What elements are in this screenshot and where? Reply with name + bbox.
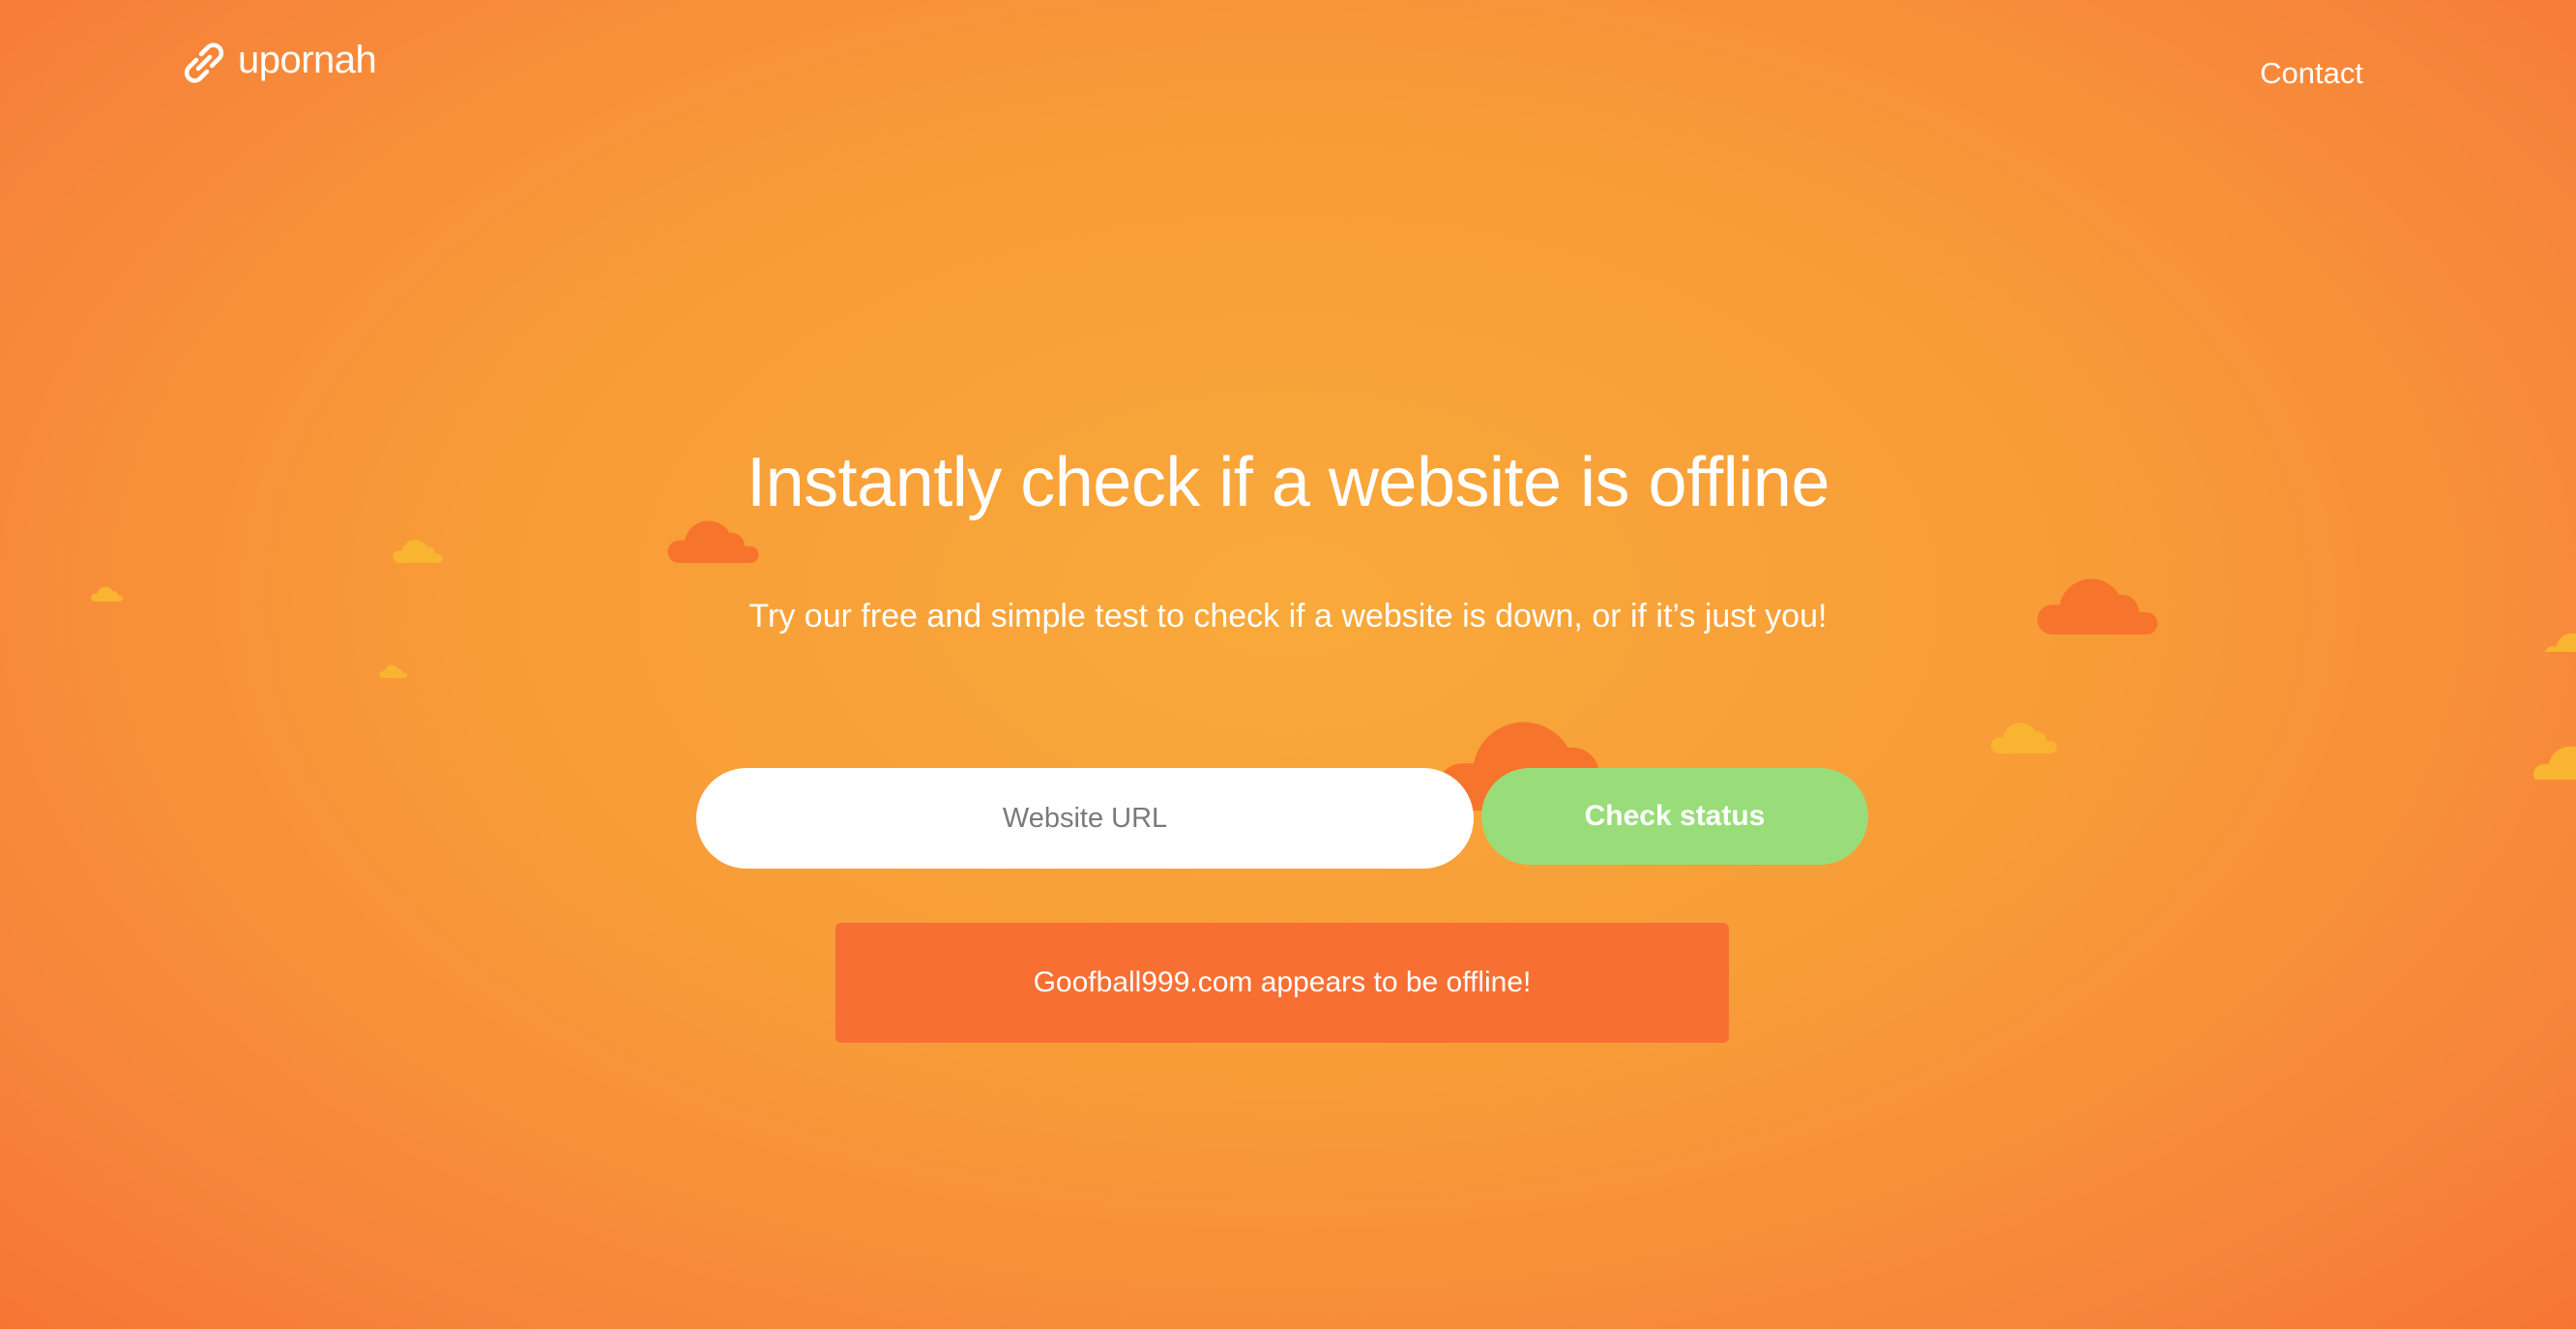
logo[interactable]: upornah: [180, 39, 377, 87]
cloud-icon: [379, 664, 407, 678]
page-subtitle: Try our free and simple test to check if…: [748, 598, 1828, 635]
link-icon: [184, 43, 224, 83]
logo-text: upornah: [238, 39, 377, 81]
page-title: Instantly check if a website is offline: [746, 444, 1830, 521]
cloud-icon: [393, 540, 443, 563]
check-status-button[interactable]: Check status: [1481, 768, 1868, 865]
site-header: upornah Contact: [0, 0, 2576, 145]
nav-contact-link[interactable]: Contact: [2260, 56, 2363, 91]
cloud-icon: [2533, 746, 2576, 780]
status-banner: Goofball999.com appears to be offline!: [835, 923, 1729, 1043]
status-message: Goofball999.com appears to be offline!: [1033, 966, 1532, 998]
cloud-icon: [1990, 723, 2058, 753]
website-url-input[interactable]: [696, 768, 1474, 869]
